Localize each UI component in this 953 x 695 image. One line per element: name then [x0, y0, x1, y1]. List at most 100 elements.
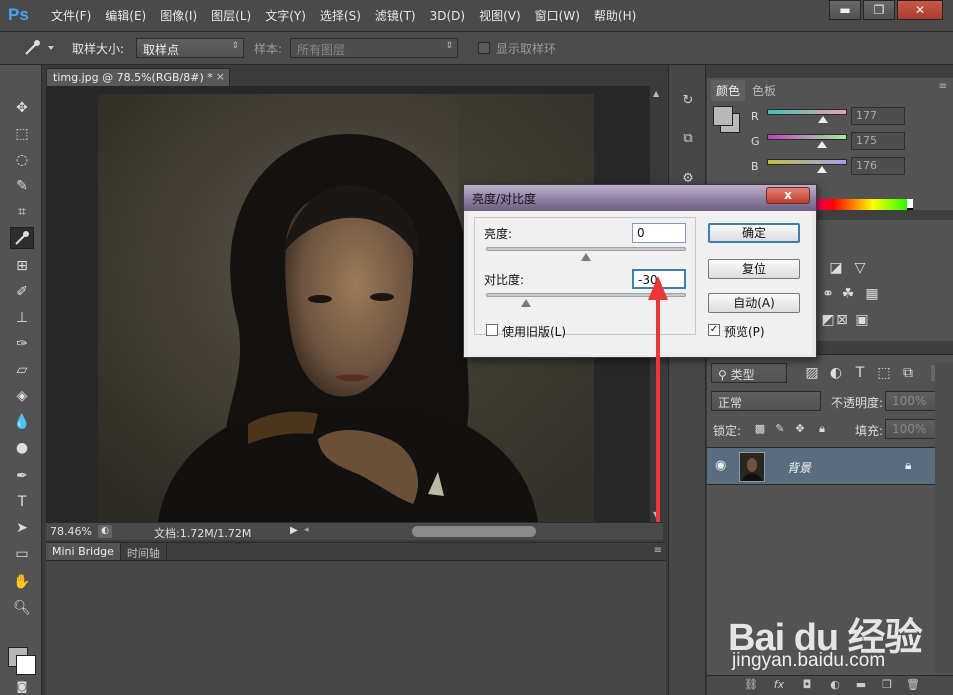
- tab-mini-bridge[interactable]: Mini Bridge: [46, 543, 121, 560]
- brightness-input[interactable]: 0: [632, 223, 686, 243]
- menu-help[interactable]: 帮助(H): [587, 0, 643, 32]
- eye-visibility-icon[interactable]: ◉: [715, 458, 726, 473]
- layer-kind-filter[interactable]: ⚲ 类型: [711, 363, 787, 383]
- filter-pixel-icon[interactable]: ▨: [803, 365, 821, 381]
- tab-swatches[interactable]: 色板: [747, 80, 781, 101]
- pen-tool-icon[interactable]: ✒: [10, 465, 34, 487]
- channel-mixer-icon[interactable]: ▦: [863, 286, 881, 302]
- dialog-close-button[interactable]: x: [766, 187, 810, 204]
- b-value-input[interactable]: 176: [851, 157, 905, 175]
- maximize-button[interactable]: ❐: [863, 0, 895, 20]
- lock-transparent-icon[interactable]: ▩: [751, 421, 769, 437]
- panel-menu-icon[interactable]: ≡: [654, 545, 662, 556]
- use-legacy-checkbox[interactable]: [486, 324, 498, 336]
- b-slider-knob[interactable]: [817, 166, 827, 173]
- filter-smart-icon[interactable]: ⧉: [899, 365, 917, 381]
- preview-checkbox[interactable]: ✓: [708, 324, 720, 336]
- eyedropper-tool-icon[interactable]: [10, 227, 34, 249]
- auto-button[interactable]: 自动(A): [708, 293, 800, 313]
- brightness-slider[interactable]: [486, 247, 686, 251]
- zoom-level[interactable]: 78.46%: [50, 525, 92, 538]
- close-window-button[interactable]: ✕: [897, 0, 943, 20]
- menu-type[interactable]: 文字(Y): [258, 0, 313, 32]
- black-white-icon[interactable]: ☘: [839, 286, 857, 302]
- eraser-tool-icon[interactable]: ▱: [10, 359, 34, 381]
- filter-adjustment-icon[interactable]: ◐: [827, 365, 845, 381]
- color-fg-swatch[interactable]: [713, 106, 733, 126]
- reset-button[interactable]: 复位: [708, 259, 800, 279]
- history-brush-tool-icon[interactable]: ✑: [10, 333, 34, 355]
- move-tool-icon[interactable]: ✥: [10, 97, 34, 119]
- r-slider-knob[interactable]: [818, 116, 828, 123]
- close-document-icon[interactable]: ×: [216, 70, 225, 83]
- hand-tool-icon[interactable]: ✋: [10, 571, 34, 593]
- g-value-input[interactable]: 175: [851, 132, 905, 150]
- healing-brush-tool-icon[interactable]: ⊞: [10, 255, 34, 277]
- menu-select[interactable]: 选择(S): [313, 0, 368, 32]
- gradient-map-icon[interactable]: ▣: [853, 312, 871, 328]
- threshold-icon[interactable]: ⊠: [833, 312, 851, 328]
- menu-image[interactable]: 图像(I): [153, 0, 204, 32]
- background-color-swatch[interactable]: [16, 655, 36, 675]
- fill-input[interactable]: 100%: [885, 419, 941, 439]
- color-panel-menu-icon[interactable]: ≡: [939, 81, 947, 92]
- scroll-left-icon[interactable]: ◂: [304, 525, 309, 535]
- g-slider-knob[interactable]: [817, 141, 827, 148]
- quick-select-tool-icon[interactable]: ✎: [10, 175, 34, 197]
- scroll-up-icon[interactable]: ▲: [653, 89, 659, 98]
- spectrum-white[interactable]: [907, 199, 913, 208]
- tab-timeline[interactable]: 时间轴: [121, 543, 167, 560]
- menu-3d[interactable]: 3D(D): [423, 0, 472, 32]
- lock-position-icon[interactable]: ✥: [791, 421, 809, 437]
- rectangle-tool-icon[interactable]: ▭: [10, 543, 34, 565]
- dialog-titlebar[interactable]: 亮度/对比度: [464, 185, 816, 211]
- menu-filter[interactable]: 滤镜(T): [368, 0, 423, 32]
- document-tab[interactable]: timg.jpg @ 78.5%(RGB/8#) * ×: [46, 68, 230, 86]
- type-tool-icon[interactable]: T: [10, 491, 34, 513]
- history-panel-icon[interactable]: ↻: [678, 91, 698, 111]
- panel-collapse-bar[interactable]: [707, 65, 953, 79]
- blend-mode-select[interactable]: 正常: [711, 391, 821, 411]
- marquee-tool-icon[interactable]: ⬚: [10, 123, 34, 145]
- opacity-input[interactable]: 100%: [885, 391, 941, 411]
- contrast-slider-knob[interactable]: [521, 299, 531, 307]
- lock-image-icon[interactable]: ✎: [771, 421, 789, 437]
- filter-shape-icon[interactable]: ⬚: [875, 365, 893, 381]
- brush-tool-icon[interactable]: ✐: [10, 281, 34, 303]
- menu-edit[interactable]: 编辑(E): [98, 0, 153, 32]
- status-arrow-icon[interactable]: ▶: [290, 525, 298, 536]
- dodge-tool-icon[interactable]: ●: [10, 437, 34, 459]
- layer-row-background[interactable]: ◉ 背景 🔒︎: [707, 447, 935, 485]
- status-menu-icon[interactable]: ◐: [98, 525, 112, 538]
- lock-all-icon[interactable]: 🔒︎: [813, 421, 831, 437]
- brightness-slider-knob[interactable]: [581, 253, 591, 261]
- menu-view[interactable]: 视图(V): [472, 0, 528, 32]
- sample-select[interactable]: 所有图层: [290, 38, 458, 58]
- b-slider[interactable]: [767, 159, 847, 165]
- curves-icon[interactable]: ◪: [827, 260, 845, 276]
- r-slider[interactable]: [767, 109, 847, 115]
- sample-size-select[interactable]: 取样点: [136, 38, 244, 58]
- path-selection-tool-icon[interactable]: ➤: [10, 517, 34, 539]
- paint-bucket-tool-icon[interactable]: ◈: [10, 385, 34, 407]
- clone-stamp-tool-icon[interactable]: ⊥: [10, 307, 34, 329]
- lasso-tool-icon[interactable]: ◌: [10, 149, 34, 171]
- horizontal-scrollbar-thumb[interactable]: [412, 526, 536, 537]
- color-balance-icon[interactable]: ⚭: [819, 286, 837, 302]
- layer-name[interactable]: 背景: [787, 459, 811, 476]
- zoom-tool-icon[interactable]: 🔍︎: [10, 597, 34, 619]
- exposure-icon[interactable]: ▽: [851, 260, 869, 276]
- minimize-button[interactable]: ▬: [829, 0, 861, 20]
- r-value-input[interactable]: 177: [851, 107, 905, 125]
- menu-layer[interactable]: 图层(L): [204, 0, 258, 32]
- quick-mask-icon[interactable]: ◙: [10, 675, 34, 695]
- crop-tool-icon[interactable]: ⌗: [10, 201, 34, 223]
- 3d-panel-icon[interactable]: ⧉: [678, 129, 698, 149]
- menu-window[interactable]: 窗口(W): [528, 0, 587, 32]
- eyedropper-preset-picker[interactable]: [22, 38, 62, 58]
- menu-file[interactable]: 文件(F): [44, 0, 98, 32]
- show-ring-checkbox[interactable]: [478, 42, 490, 54]
- tab-color[interactable]: 颜色: [711, 80, 746, 101]
- filter-type-icon[interactable]: T: [851, 365, 869, 381]
- ok-button[interactable]: 确定: [708, 223, 800, 243]
